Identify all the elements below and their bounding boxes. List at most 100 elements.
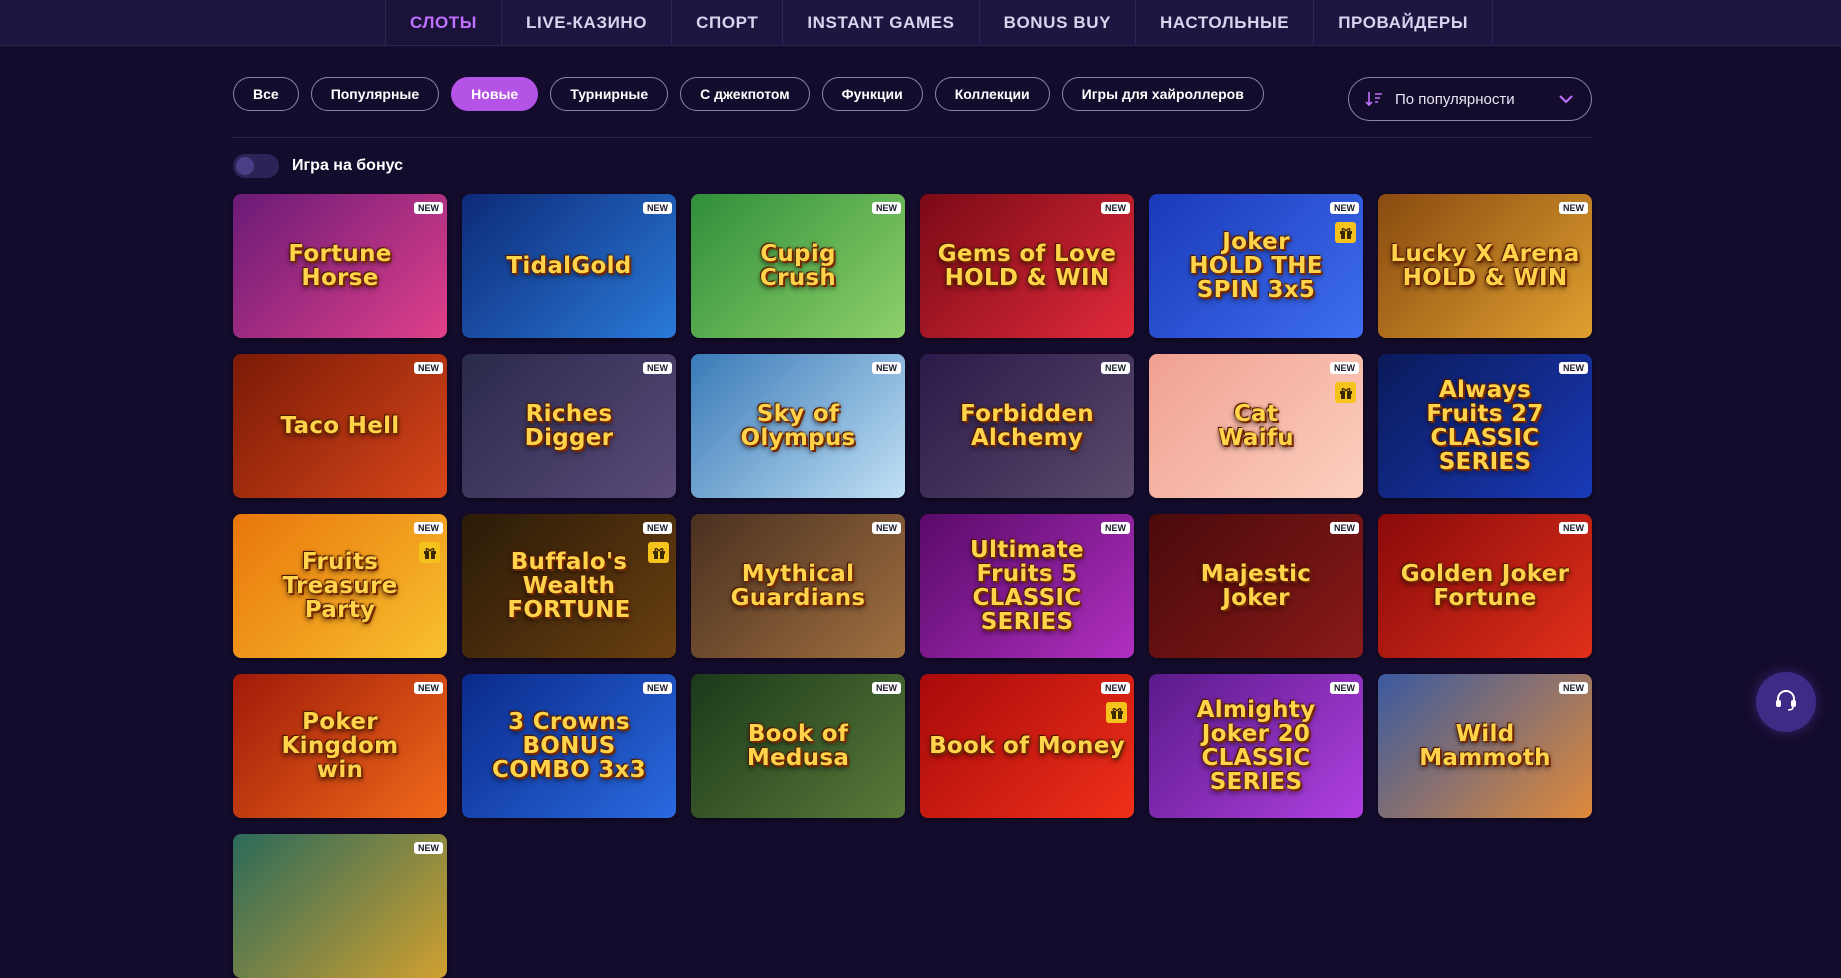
game-title: Poker Kingdom win [281,708,399,784]
game-tile[interactable]: Cupig Crush NEW [691,194,905,338]
game-title: Taco Hell [280,412,400,439]
game-tile[interactable]: Buffalo's Wealth FORTUNE NEW [462,514,676,658]
new-badge: NEW [643,362,672,374]
top-navigation: СЛОТЫ LIVE-КАЗИНО СПОРТ INSTANT GAMES BONUS … [0,0,1841,46]
gift-icon [648,542,669,563]
game-tile[interactable]: Book of Medusa NEW [691,674,905,818]
game-title: Book of Money [929,732,1125,759]
new-badge: NEW [414,202,443,214]
new-badge: NEW [643,202,672,214]
gift-icon [419,542,440,563]
game-tile[interactable]: Book of Money NEW [920,674,1134,818]
new-badge: NEW [872,522,901,534]
filter-chip-4[interactable]: С джекпотом [680,77,810,111]
toggle-knob [236,157,254,175]
filter-chip-2[interactable]: Новые [451,77,539,111]
game-tile[interactable]: Fruits Treasure Party NEW [233,514,447,658]
game-tile[interactable]: 3 Crowns BONUS COMBO 3x3 NEW [462,674,676,818]
game-tile[interactable]: Fortune Horse NEW [233,194,447,338]
game-tile[interactable]: Joker HOLD THE SPIN 3x5 NEW [1149,194,1363,338]
category-tabs: СЛОТЫ LIVE-КАЗИНО СПОРТ INSTANT GAMES BONUS … [385,0,1494,45]
game-title: Wild Mammoth [1419,720,1551,771]
new-badge: NEW [872,682,901,694]
new-badge: NEW [414,362,443,374]
filter-chip-1[interactable]: Популярные [310,77,440,111]
new-badge: NEW [1101,202,1130,214]
game-title: Cupig Crush [759,240,837,291]
game-tile[interactable]: Majestic Joker NEW [1149,514,1363,658]
game-title: Buffalo's Wealth FORTUNE [507,548,631,624]
bonus-toggle[interactable] [233,154,279,178]
game-title: Gems of Love HOLD & WIN [937,240,1117,291]
sort-dropdown[interactable]: По популярности [1348,77,1592,121]
game-tile[interactable]: Lucky X Arena HOLD & WIN NEW [1378,194,1592,338]
tab-6[interactable]: ПРОВАЙДЕРЫ [1313,0,1494,45]
game-title: Book of Medusa [746,720,850,771]
game-title: Mythical Guardians [730,560,866,611]
divider [233,137,1593,138]
new-badge: NEW [643,682,672,694]
game-title: 3 Crowns BONUS COMBO 3x3 [492,708,646,784]
new-badge: NEW [1559,682,1588,694]
new-badge: NEW [1559,202,1588,214]
new-badge: NEW [1101,682,1130,694]
game-title: Sky of Olympus [740,400,856,451]
new-badge: NEW [1559,362,1588,374]
game-tile[interactable]: Taco Hell NEW [233,354,447,498]
new-badge: NEW [1330,202,1359,214]
game-title: TidalGold [506,252,632,279]
game-title: Fortune Horse [288,240,392,291]
game-tile[interactable]: Ultimate Fruits 5 CLASSIC SERIES NEW [920,514,1134,658]
game-title: Fruits Treasure Party [282,548,398,624]
gift-icon [1335,382,1356,403]
game-title: Joker HOLD THE SPIN 3x5 [1189,228,1323,304]
game-tile[interactable]: Wild Mammoth NEW [1378,674,1592,818]
game-tile[interactable]: Riches Digger NEW [462,354,676,498]
bonus-toggle-label: Игра на бонус [292,157,404,174]
tab-2[interactable]: СПОРТ [671,0,782,45]
game-tile[interactable]: Almighty Joker 20 CLASSIC SERIES NEW [1149,674,1363,818]
new-badge: NEW [1101,362,1130,374]
game-title: Riches Digger [524,400,614,451]
new-badge: NEW [1330,362,1359,374]
tab-5[interactable]: НАСТОЛЬНЫЕ [1135,0,1313,45]
sort-label: По популярности [1395,90,1515,108]
new-badge: NEW [1101,522,1130,534]
chevron-down-icon [1555,88,1577,110]
support-button[interactable] [1756,672,1816,732]
new-badge: NEW [1330,522,1359,534]
game-title: Always Fruits 27 CLASSIC SERIES [1426,376,1544,476]
game-title: Golden Joker Fortune [1400,560,1570,611]
headset-icon [1773,687,1799,718]
game-title: Lucky X Arena HOLD & WIN [1390,240,1580,291]
game-tile[interactable]: TidalGold NEW [462,194,676,338]
game-tile[interactable]: NEW [233,834,447,978]
game-tile[interactable]: Gems of Love HOLD & WIN NEW [920,194,1134,338]
new-badge: NEW [643,522,672,534]
filter-chip-5[interactable]: Функции [821,77,923,111]
gift-icon [1335,222,1356,243]
filter-chip-3[interactable]: Турнирные [550,77,669,111]
new-badge: NEW [414,682,443,694]
new-badge: NEW [1330,682,1359,694]
tab-0[interactable]: СЛОТЫ [385,0,502,45]
tab-1[interactable]: LIVE-КАЗИНО [501,0,671,45]
bonus-toggle-row: Игра на бонус [233,154,403,178]
game-title: Ultimate Fruits 5 CLASSIC SERIES [970,536,1084,636]
new-badge: NEW [414,522,443,534]
game-tile[interactable]: Cat Waifu NEW [1149,354,1363,498]
new-badge: NEW [1559,522,1588,534]
game-tile[interactable]: Mythical Guardians NEW [691,514,905,658]
game-tile[interactable]: Golden Joker Fortune NEW [1378,514,1592,658]
game-title: Forbidden Alchemy [960,400,1094,451]
tab-4[interactable]: BONUS BUY [978,0,1135,45]
game-tile[interactable]: Forbidden Alchemy NEW [920,354,1134,498]
game-tile[interactable]: Sky of Olympus NEW [691,354,905,498]
game-tile[interactable]: Always Fruits 27 CLASSIC SERIES NEW [1378,354,1592,498]
filter-chip-0[interactable]: Все [233,77,299,111]
filter-chip-6[interactable]: Коллекции [934,77,1050,111]
game-tile[interactable]: Poker Kingdom win NEW [233,674,447,818]
tab-3[interactable]: INSTANT GAMES [782,0,978,45]
game-title: Majestic Joker [1200,560,1312,611]
filter-chip-7[interactable]: Игры для хайроллеров [1061,77,1264,111]
